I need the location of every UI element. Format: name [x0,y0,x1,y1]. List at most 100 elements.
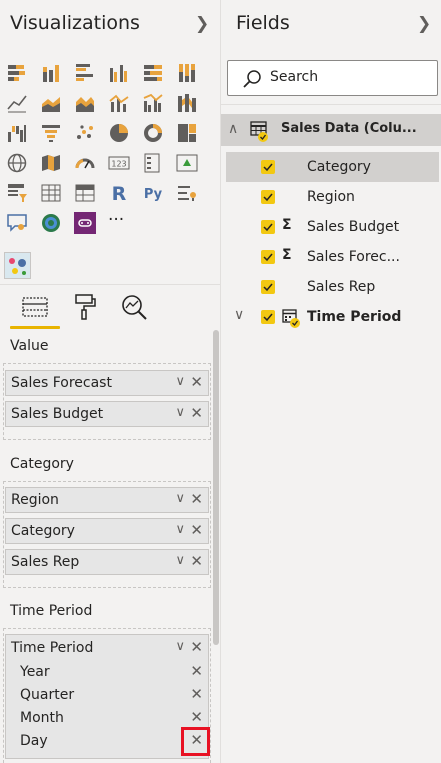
checkbox-checked-icon[interactable] [261,280,275,294]
hierarchy-level-day[interactable]: Day ✕ [6,731,208,753]
remove-field-x-icon[interactable]: ✕ [190,373,203,391]
analytics-magnifier-icon[interactable] [119,292,149,322]
checkbox-checked-icon[interactable] [261,220,275,234]
remove-field-x-icon[interactable]: ✕ [190,404,203,422]
remove-field-x-icon[interactable]: ✕ [190,521,203,539]
remove-field-x-icon[interactable]: ✕ [190,638,203,656]
remove-level-x-icon[interactable]: ✕ [190,662,203,680]
power-apps-icon[interactable] [74,212,96,234]
chevron-down-icon[interactable]: ∨ [175,374,185,389]
donut-chart-icon[interactable] [142,122,164,144]
collapse-fields-chevron-icon[interactable]: ❯ [417,14,431,34]
hierarchy-level-label: Quarter [20,687,75,703]
field-name: Region [307,189,355,205]
table-sales-data[interactable]: ∧ Sales Data (Colu... [221,114,441,146]
field-sales-rep[interactable]: Sales Rep [226,272,439,302]
field-pill-sales-rep[interactable]: Sales Rep ∨ ✕ [5,549,209,575]
slicer-icon[interactable] [6,182,28,204]
clustered-bar-chart-icon[interactable] [74,62,96,84]
chevron-up-icon[interactable]: ∧ [228,121,238,137]
hierarchy-level-quarter[interactable]: Quarter ✕ [6,685,208,707]
value-well-label: Value [10,338,49,354]
field-name: Sales Budget [307,219,400,235]
kpi-icon[interactable] [176,152,198,174]
r-script-visual-icon[interactable]: R [108,182,130,204]
area-chart-icon[interactable] [40,92,62,114]
hierarchy-time-period[interactable]: ∨ Time Period [226,302,439,332]
sigma-icon: Σ [282,217,292,233]
100-percent-stacked-bar-icon[interactable] [142,62,164,84]
chevron-down-icon[interactable]: ∨ [175,553,185,568]
arcgis-map-icon[interactable] [40,212,62,234]
field-region[interactable]: Region [226,182,439,212]
field-pill-sales-budget[interactable]: Sales Budget ∨ ✕ [5,401,209,427]
python-visual-icon[interactable]: Py [142,182,164,204]
field-category[interactable]: Category [226,152,439,182]
gauge-icon[interactable] [74,152,96,174]
pie-chart-icon[interactable] [108,122,130,144]
treemap-icon[interactable] [176,122,198,144]
checkbox-checked-icon[interactable] [261,310,275,324]
100-percent-stacked-column-icon[interactable] [176,62,198,84]
map-icon[interactable] [6,152,28,174]
chevron-down-icon[interactable]: ∨ [175,639,185,654]
active-tab-indicator [10,326,60,329]
clustered-column-chart-icon[interactable] [108,62,130,84]
chevron-down-icon[interactable]: ∨ [175,491,185,506]
checkbox-checked-icon[interactable] [261,160,275,174]
highlight-box-remove-day [181,727,210,756]
remove-field-x-icon[interactable]: ✕ [190,552,203,570]
qa-visual-icon[interactable] [6,212,28,234]
field-pill-region[interactable]: Region ∨ ✕ [5,487,209,513]
funnel-chart-icon[interactable] [40,122,62,144]
chevron-down-icon[interactable]: ∨ [175,522,185,537]
scatter-chart-icon[interactable] [74,122,96,144]
custom-visual-icon[interactable] [4,252,31,279]
checkbox-checked-icon[interactable] [261,250,275,264]
search-icon [243,70,261,88]
hierarchy-level-month[interactable]: Month ✕ [6,708,208,730]
field-pill-time-period-hierarchy[interactable]: Time Period ∨ ✕ Year ✕ Quarter ✕ Month ✕… [5,634,209,759]
fields-tab-icon[interactable] [20,292,50,322]
chevron-down-icon[interactable]: ∨ [234,307,244,323]
matrix-icon[interactable] [74,182,96,204]
card-icon[interactable]: 123 [108,152,130,174]
remove-field-x-icon[interactable]: ✕ [190,490,203,508]
field-pill-category[interactable]: Category ∨ ✕ [5,518,209,544]
chevron-down-icon[interactable]: ∨ [175,405,185,420]
line-chart-icon[interactable] [6,92,28,114]
filled-map-icon[interactable] [40,152,62,174]
line-and-clustered-column-icon[interactable] [142,92,164,114]
search-input[interactable] [270,69,430,85]
stacked-area-chart-icon[interactable] [74,92,96,114]
field-sales-forecast[interactable]: Σ Sales Forec... [226,242,439,272]
field-pill-label: Region [11,492,59,508]
remove-level-x-icon[interactable]: ✕ [190,708,203,726]
more-visuals-icon[interactable]: ··· [108,212,130,234]
remove-level-x-icon[interactable]: ✕ [190,685,203,703]
field-name: Sales Forec... [307,249,400,265]
fields-search-box[interactable] [227,60,438,96]
field-pill-label: Category [11,523,75,539]
collapse-visualizations-chevron-icon[interactable]: ❯ [195,14,209,34]
stacked-bar-chart-icon[interactable] [6,62,28,84]
format-paint-roller-icon[interactable] [70,292,100,322]
ribbon-chart-icon[interactable] [176,92,198,114]
field-name: Category [307,159,371,175]
stacked-column-chart-icon[interactable] [40,62,62,84]
calendar-hierarchy-icon [281,307,303,329]
r-visual-label: R [112,183,127,204]
hierarchy-level-year[interactable]: Year ✕ [6,662,208,684]
line-and-stacked-column-icon[interactable] [108,92,130,114]
checkbox-checked-icon[interactable] [261,190,275,204]
table-icon [250,121,272,143]
table-visual-icon[interactable] [40,182,62,204]
multi-row-card-icon[interactable] [142,152,164,174]
field-pill-sales-forecast[interactable]: Sales Forecast ∨ ✕ [5,370,209,396]
key-influencers-icon[interactable] [176,182,198,204]
waterfall-chart-icon[interactable] [6,122,28,144]
wells-scrollbar[interactable] [213,330,219,645]
field-sales-budget[interactable]: Σ Sales Budget [226,212,439,242]
hierarchy-name: Time Period [307,309,402,325]
fields-divider [221,104,441,105]
